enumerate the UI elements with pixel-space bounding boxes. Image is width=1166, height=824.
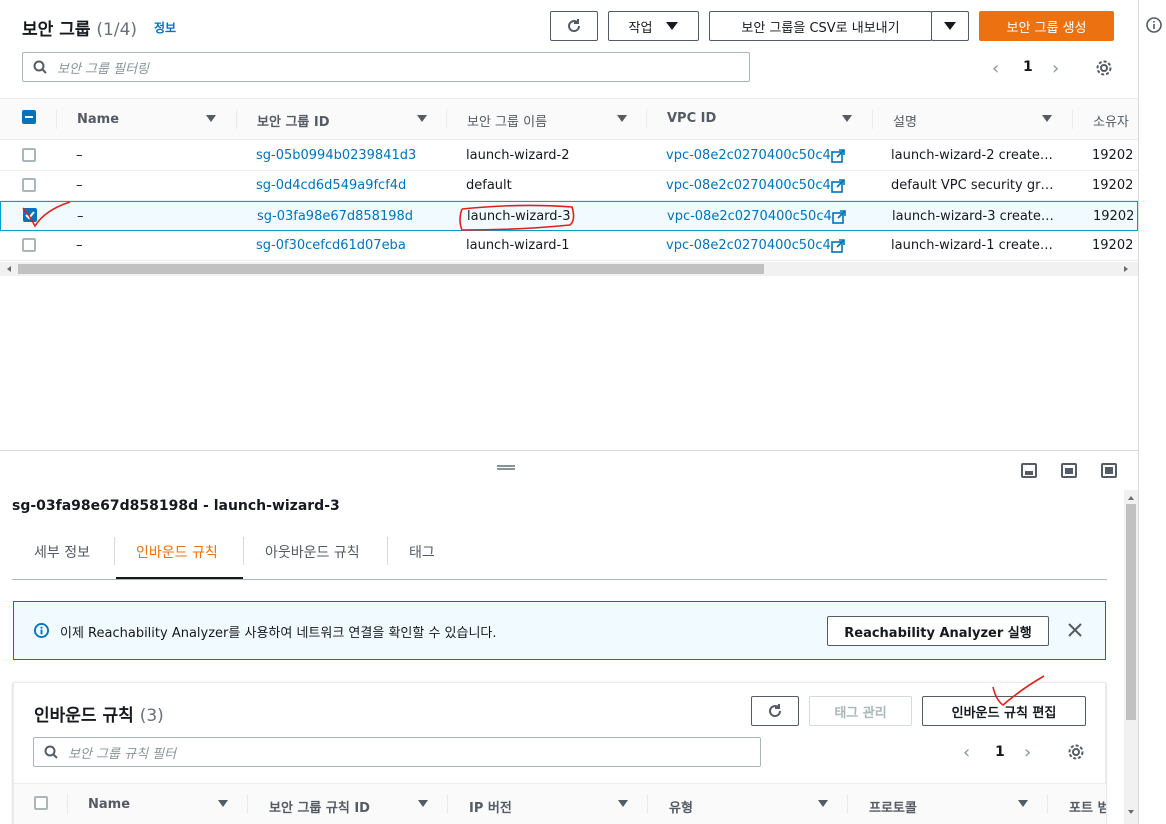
annotation-circle-group-name [459,204,575,231]
annotation-marks [22,201,1045,707]
annotation-checkmark-edit [992,675,1045,707]
annotation-checkmark-row [22,201,71,228]
